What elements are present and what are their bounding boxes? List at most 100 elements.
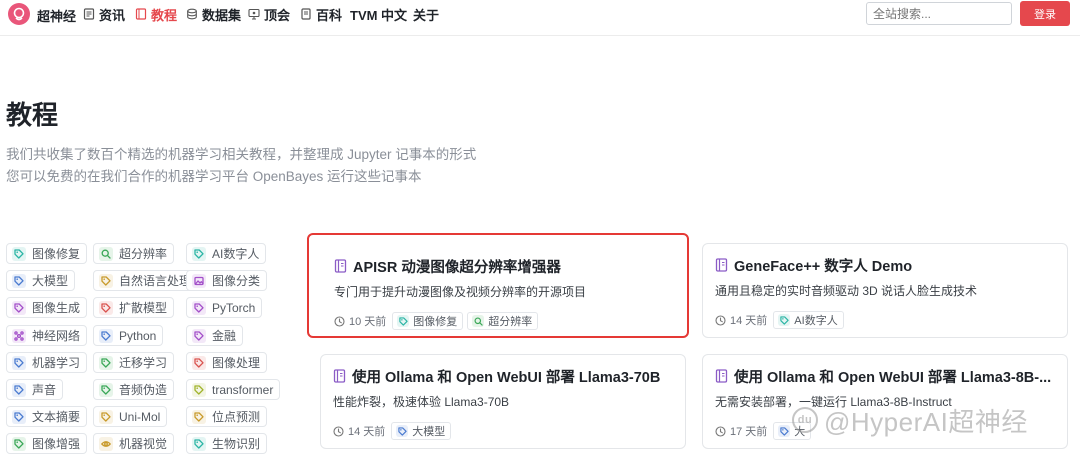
card-description: 通用且稳定的实时音频驱动 3D 说话人脸生成技术 [715,284,978,298]
tag-icon [397,315,410,327]
card-timestamp-text: 17 天前 [730,426,768,438]
watermark-text: @HyperAI超神经 [824,406,1028,437]
tag-filter[interactable]: 自然语言处理 [93,270,199,291]
tag-filter-label: 图像增强 [32,437,81,451]
page-description-line-1: 我们共收集了数百个精选的机器学习相关教程，并整理成 Jupyter 记事本的形式 [6,147,477,162]
tag-icon [99,328,113,343]
tag-icon [99,355,113,370]
clock-icon [334,315,345,327]
watermark-badge: du [792,407,818,433]
card-tag-label: AI数字人 [794,315,838,327]
card-title-text: GeneFace++ 数字人 Demo [734,258,913,275]
card-timestamp: 14 天前 [333,423,385,439]
tag-filter[interactable]: 生物识别 [186,433,268,454]
image-icon [192,273,206,288]
tutorial-card[interactable]: GeneFace++ 数字人 Demo 通用且稳定的实时音频驱动 3D 说话人脸生… [702,243,1068,338]
tag-filter[interactable]: 图像处理 [186,352,268,373]
tag-filter-label: 大模型 [32,274,69,288]
tag-icon [99,273,113,288]
tag-filter[interactable]: PyTorch [186,297,263,318]
card-title[interactable]: 使用 Ollama 和 Open WebUI 部署 Llama3-70B [333,366,675,386]
tag-filter-label: 图像分类 [212,274,261,288]
tag-icon [12,409,26,424]
card-title[interactable]: 使用 Ollama 和 Open WebUI 部署 Llama3-8B-... [715,366,1057,386]
tag-filter-label: 声音 [32,383,57,397]
tag-filter[interactable]: 声音 [6,379,64,400]
nav-item-label: TVM 中文 [350,7,408,23]
tutorial-card[interactable]: APISR 动漫图像超分辨率增强器 专门用于提升动漫图像及视频分辨率的开源项目 10… [307,233,689,338]
tag-filter-label: 音频伪造 [119,383,168,397]
card-tag-label: 图像修复 [413,316,458,328]
tag-filter[interactable]: 机器学习 [6,352,88,373]
tag-filter[interactable]: 神经网络 [6,325,88,346]
tag-filter[interactable]: 音频伪造 [93,379,175,400]
card-description: 性能炸裂，极速体验 Llama3-70B [333,395,510,409]
card-timestamp-text: 14 天前 [348,426,386,438]
tag-icon [12,300,26,315]
login-button[interactable]: 登录 [1020,1,1070,26]
tag-filter-label: 金融 [212,329,237,343]
clock-icon [333,425,344,437]
nav-item-wiki[interactable]: 百科 [300,5,342,23]
tag-filter[interactable]: 图像分类 [186,270,268,291]
tag-filter[interactable]: Uni-Mol [93,406,168,427]
tag-filter[interactable]: AI数字人 [186,243,267,264]
tag-icon [192,328,206,343]
card-tag[interactable]: 大模型 [391,422,452,440]
card-tag[interactable]: 图像修复 [392,312,464,330]
notebook-icon [333,369,346,383]
tag-filter-label: 位点预测 [212,410,261,424]
notebook-icon [715,369,728,383]
nav-item-news[interactable]: 资讯 [83,5,125,23]
card-tag-label: 大模型 [412,426,446,438]
card-meta: 14 天前 AI数字人 [715,311,848,329]
tag-filter-label: 扩散模型 [119,301,168,315]
tag-filter[interactable]: 迁移学习 [93,352,175,373]
tag-filter[interactable]: 金融 [186,325,244,346]
card-tag-label: 超分辨率 [488,316,533,328]
brand-logo[interactable] [8,3,30,25]
tag-icon [12,382,26,397]
tag-icon [12,355,26,370]
tag-filter[interactable]: 大模型 [6,270,76,291]
tag-icon [778,425,791,437]
nav-item-about[interactable]: 关于 [413,5,439,23]
tag-filter-label: 超分辨率 [119,247,168,261]
card-tag[interactable]: 超分辨率 [467,312,539,330]
nav-item-tutorials[interactable]: 教程 [135,5,177,23]
nav-item-label: 资讯 [99,7,126,23]
card-title[interactable]: APISR 动漫图像超分辨率增强器 [334,256,677,276]
page-description-line-2: 您可以免费的在我们合作的机器学习平台 OpenBayes 运行这些记事本 [6,169,422,184]
nav-item-label: 教程 [151,7,178,23]
zoom-icon [99,246,113,261]
card-title[interactable]: GeneFace++ 数字人 Demo [715,255,1057,275]
tag-filter[interactable]: 图像生成 [6,297,88,318]
tag-filter-label: PyTorch [212,300,256,315]
nav-item-label: 百科 [316,7,343,23]
tag-filter[interactable]: 位点预测 [186,406,268,427]
card-timestamp: 10 天前 [334,313,386,329]
clock-icon [715,425,726,437]
tag-filter-label: Python [119,328,157,343]
nav-item-datasets[interactable]: 数据集 [186,5,241,23]
card-title-text: 使用 Ollama 和 Open WebUI 部署 Llama3-70B [352,369,661,386]
tag-filter[interactable]: 文本摘要 [6,406,88,427]
card-title-text: APISR 动漫图像超分辨率增强器 [353,259,561,276]
nav-item-conferences[interactable]: 顶会 [248,5,290,23]
card-tag[interactable]: AI数字人 [773,311,844,329]
tag-filter[interactable]: 图像增强 [6,433,88,454]
tag-filter[interactable]: 图像修复 [6,243,88,264]
nav-item-tvm[interactable]: TVM 中文 [350,5,407,23]
page-title: 教程 [6,100,59,130]
tag-filter[interactable]: Python [93,325,164,346]
search-input[interactable] [866,2,1012,25]
tag-filter-label: AI数字人 [212,247,260,261]
brand-name[interactable]: 超神经 [37,6,76,25]
tag-filter-label: 自然语言处理 [119,274,192,288]
tutorial-card[interactable]: 使用 Ollama 和 Open WebUI 部署 Llama3-70B 性能炸裂… [320,354,686,449]
tag-filter[interactable]: transformer [186,379,281,400]
card-timestamp-text: 10 天前 [349,316,387,328]
tag-filter[interactable]: 超分辨率 [93,243,175,264]
tag-filter[interactable]: 扩散模型 [93,297,175,318]
tag-filter[interactable]: 机器视觉 [93,433,175,454]
